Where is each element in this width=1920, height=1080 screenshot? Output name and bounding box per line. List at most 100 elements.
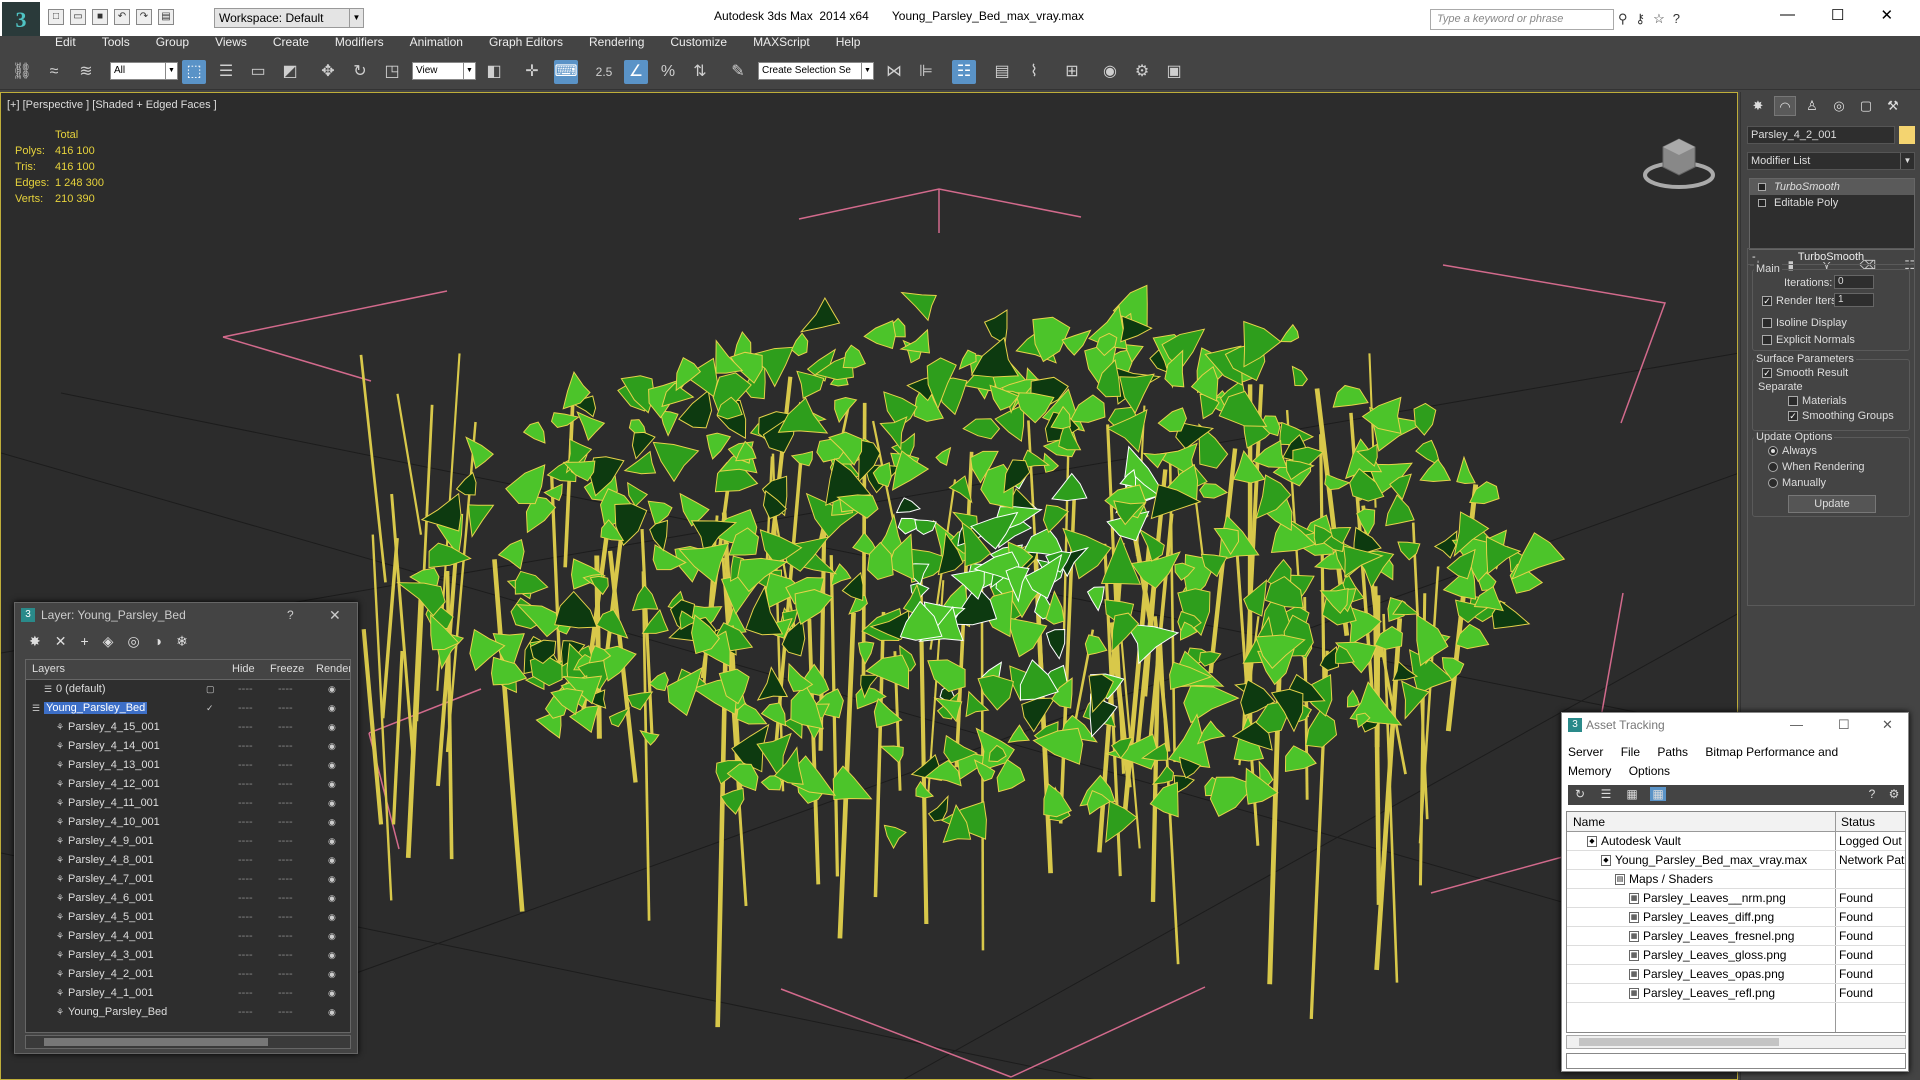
freeze-toggle[interactable]: ---- [278,778,293,790]
render-teapot-icon[interactable]: ◉ [328,969,336,980]
render-teapot-icon[interactable]: ◉ [328,779,336,790]
asset-row[interactable]: ◆ Young_Parsley_Bed_max_vray.max Network P… [1567,851,1905,870]
layer-row[interactable]: ⚘ Parsley_4_13_001 ---- ---- ◉ [26,756,350,775]
current-layer-icon[interactable]: ▢ [206,684,215,695]
freeze-toggle[interactable]: ---- [278,835,293,847]
freeze-toggle[interactable]: ---- [278,721,293,733]
render-teapot-icon[interactable]: ◉ [328,855,336,866]
refresh-icon[interactable]: ↻ [1572,787,1588,801]
asset-row[interactable]: ◆ Autodesk Vault Logged Out [1567,832,1905,851]
render-teapot-icon[interactable]: ◉ [328,1007,336,1018]
selection-filter-dropdown[interactable]: All ▼ [110,62,178,80]
render-iters-checkbox[interactable]: ✓ [1762,296,1772,306]
unlink-icon[interactable]: ≈ [42,60,66,84]
search-input[interactable]: Type a keyword or phrase [1430,9,1614,30]
render-teapot-icon[interactable]: ◉ [328,817,336,828]
render-teapot-icon[interactable]: ◉ [328,741,336,752]
help-icon[interactable]: ? [1673,11,1680,27]
hide-toggle[interactable]: ---- [238,987,253,999]
layer-row[interactable]: ☰ 0 (default) ---- ---- ◉ ▢ [26,680,350,699]
hide-toggle[interactable]: ---- [238,1006,253,1018]
scale-icon[interactable]: ◳ [380,60,404,84]
select-object-icon[interactable]: ⬚ [182,60,206,84]
hide-toggle[interactable]: ---- [238,854,253,866]
render-teapot-icon[interactable]: ◉ [328,950,336,961]
rotate-icon[interactable]: ↻ [348,60,372,84]
layer-row[interactable]: ⚘ Parsley_4_2_001 ---- ---- ◉ [26,965,350,984]
stack-item-turbosmooth[interactable]: TurboSmooth [1750,179,1914,195]
render-teapot-icon[interactable]: ◉ [328,931,336,942]
options-icon[interactable]: ⚙ [1886,787,1902,801]
object-color-swatch[interactable] [1899,126,1915,144]
render-teapot-icon[interactable]: ◉ [328,684,336,695]
project-folder-icon[interactable]: ▤ [158,9,174,25]
asset-row[interactable]: ▦ Parsley_Leaves__nrm.png Found [1567,889,1905,908]
menu-customize[interactable]: Customize [670,36,727,54]
select-manipulate-icon[interactable]: ✛ [520,60,544,84]
app-logo-button[interactable]: 3 [2,2,40,38]
layer-row[interactable]: ☰ Young_Parsley_Bed ---- ---- ◉ ✓ [26,699,350,718]
render-teapot-icon[interactable]: ◉ [328,798,336,809]
menu-graph-editors[interactable]: Graph Editors [489,36,563,54]
align-icon[interactable]: ⊫ [914,60,938,84]
render-teapot-icon[interactable]: ◉ [328,703,336,714]
column-freeze[interactable]: Freeze [270,663,304,675]
freeze-toggle[interactable]: ---- [278,1006,293,1018]
keyboard-shortcut-icon[interactable]: ⌨ [554,60,578,84]
freeze-toggle[interactable]: ---- [278,854,293,866]
hide-toggle[interactable]: ---- [238,873,253,885]
motion-tab-icon[interactable]: ◎ [1828,96,1850,116]
render-iters-spinner[interactable]: 1 [1834,293,1874,307]
menu-bitmap-performance[interactable]: Bitmap Performance and Memory [1568,745,1838,778]
angle-snap-icon[interactable]: ∠ [624,60,648,84]
layer-row[interactable]: ⚘ Parsley_4_4_001 ---- ---- ◉ [26,927,350,946]
menu-paths[interactable]: Paths [1657,745,1688,759]
graphite-ribbon-icon[interactable]: ▤ [990,60,1014,84]
utilities-tab-icon[interactable]: ⚒ [1882,96,1904,116]
spinner-snap-icon[interactable]: ⇅ [688,60,712,84]
hide-toggle[interactable]: ---- [238,721,253,733]
save-file-icon[interactable]: ■ [92,9,108,25]
scrollbar-thumb[interactable] [44,1038,268,1046]
help-icon[interactable]: ? [1864,787,1880,801]
edit-named-selection-icon[interactable]: ✎ [726,60,750,84]
menu-file[interactable]: File [1621,745,1640,759]
manually-radio[interactable] [1768,478,1778,488]
scrollbar-thumb[interactable] [1579,1038,1779,1046]
menu-modifiers[interactable]: Modifiers [335,36,384,54]
hide-toggle[interactable]: ---- [238,911,253,923]
layer-row[interactable]: ⚘ Parsley_4_3_001 ---- ---- ◉ [26,946,350,965]
menu-rendering[interactable]: Rendering [589,36,644,54]
menu-create[interactable]: Create [273,36,309,54]
freeze-toggle[interactable]: ---- [278,740,293,752]
highlight-selected-icon[interactable]: ◎ [127,633,139,650]
hide-unhide-all-icon[interactable]: ◑ [154,633,162,650]
render-teapot-icon[interactable]: ◉ [328,988,336,999]
hide-toggle[interactable]: ---- [238,797,253,809]
layer-window-titlebar[interactable]: 3 Layer: Young_Parsley_Bed ? ✕ [15,603,357,627]
mirror-icon[interactable]: ⋈ [882,60,906,84]
hide-toggle[interactable]: ---- [238,740,253,752]
column-status[interactable]: Status [1841,815,1875,829]
smooth-result-checkbox[interactable]: ✓ [1762,368,1772,378]
viewport-label[interactable]: [+] [Perspective ] [Shaded + Edged Faces… [7,99,217,111]
freeze-toggle[interactable]: ---- [278,930,293,942]
asset-window-titlebar[interactable]: 3 Asset Tracking — ☐ ✕ [1562,713,1908,737]
column-name[interactable]: Name [1573,815,1605,829]
layer-row[interactable]: ⚘ Parsley_4_14_001 ---- ---- ◉ [26,737,350,756]
snaps-toggle-icon[interactable]: 2.5 [592,60,616,84]
new-file-icon[interactable]: □ [48,9,64,25]
asset-row[interactable]: ▤ Maps / Shaders [1567,870,1905,889]
layer-row[interactable]: ⚘ Parsley_4_15_001 ---- ---- ◉ [26,718,350,737]
redo-icon[interactable]: ↷ [136,9,152,25]
hide-toggle[interactable]: ---- [238,930,253,942]
freeze-toggle[interactable]: ---- [278,759,293,771]
material-editor-icon[interactable]: ◉ [1098,60,1122,84]
render-teapot-icon[interactable]: ◉ [328,912,336,923]
hide-toggle[interactable]: ---- [238,816,253,828]
curve-editor-icon[interactable]: ⌇ [1022,60,1046,84]
hide-toggle[interactable]: ---- [238,949,253,961]
object-name-field[interactable]: Parsley_4_2_001 [1747,126,1895,144]
when-rendering-radio[interactable] [1768,462,1778,472]
hide-toggle[interactable]: ---- [238,683,253,695]
